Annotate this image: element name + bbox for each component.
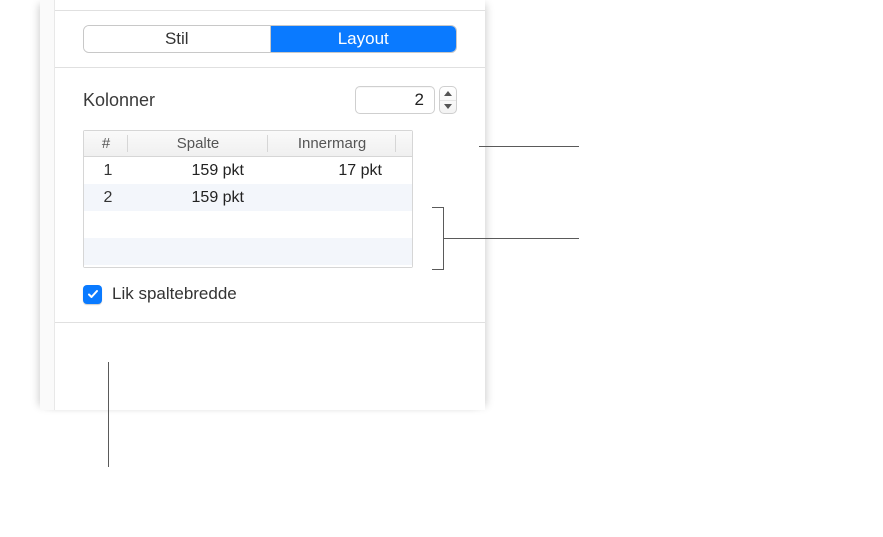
columns-stepper (439, 86, 457, 114)
header-spacer (396, 131, 412, 156)
table-body: 1 159 pkt 17 pkt 2 159 pkt (84, 157, 412, 267)
header-innermarg[interactable]: Innermarg (268, 131, 396, 156)
chevron-down-icon (444, 104, 452, 109)
table-row[interactable]: 2 159 pkt (84, 184, 412, 211)
stepper-down[interactable] (440, 101, 456, 114)
cell-spalte[interactable]: 159 pkt (128, 189, 268, 207)
cell-num: 1 (84, 162, 128, 180)
check-icon (87, 288, 99, 300)
columns-input[interactable] (355, 86, 435, 114)
tab-stil[interactable]: Stil (84, 26, 271, 52)
cell-num: 2 (84, 189, 128, 207)
divider (55, 322, 485, 323)
style-layout-tabs: Stil Layout (83, 25, 457, 53)
table-row-empty (84, 238, 412, 265)
tab-layout[interactable]: Layout (271, 26, 457, 52)
callout-bracket (432, 207, 444, 270)
chevron-up-icon (444, 91, 452, 96)
header-num[interactable]: # (84, 131, 128, 156)
cell-innermarg[interactable]: 17 pkt (268, 162, 396, 180)
cell-spalte[interactable]: 159 pkt (128, 162, 268, 180)
stepper-up[interactable] (440, 87, 456, 101)
columns-label: Kolonner (83, 90, 155, 111)
layout-panel: Stil Layout Kolonner # Spalte Innermarg (55, 0, 485, 410)
equal-width-label: Lik spaltebredde (112, 284, 237, 304)
table-header: # Spalte Innermarg (84, 131, 412, 157)
equal-width-checkbox[interactable] (83, 285, 102, 304)
columns-table: # Spalte Innermarg 1 159 pkt 17 pkt 2 15… (83, 130, 413, 268)
header-spalte[interactable]: Spalte (128, 131, 268, 156)
table-row[interactable]: 1 159 pkt 17 pkt (84, 157, 412, 184)
scrollbar-track[interactable] (40, 0, 55, 410)
callout-line (444, 238, 579, 239)
table-row-empty (84, 211, 412, 238)
callout-line (108, 362, 109, 467)
callout-line (479, 146, 579, 147)
columns-stepper-group (355, 86, 457, 114)
